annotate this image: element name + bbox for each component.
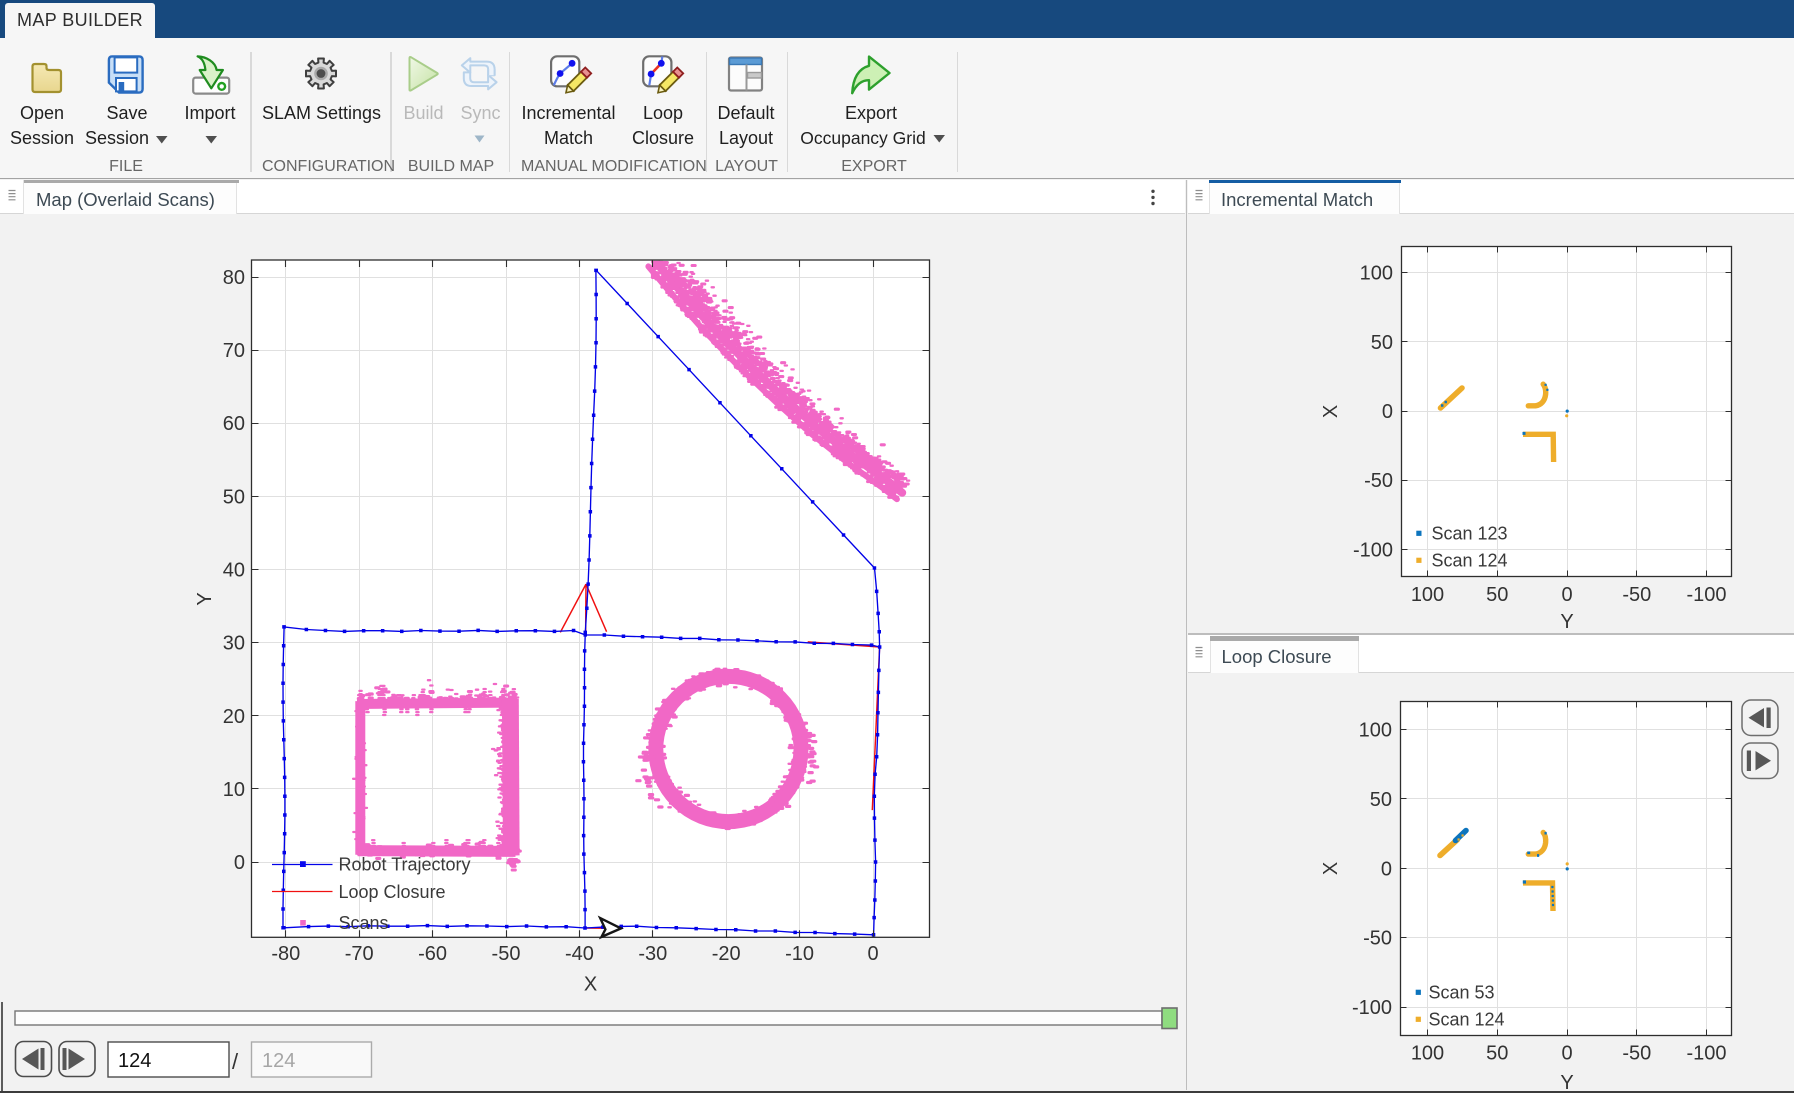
svg-text:-50: -50 [1622,584,1651,606]
svg-text:0: 0 [867,943,878,965]
svg-text:Scans: Scans [339,913,389,933]
svg-text:-40: -40 [565,943,594,965]
svg-text:10: 10 [223,779,245,801]
svg-text:30: 30 [223,633,245,655]
svg-text:-30: -30 [638,943,667,965]
svg-text:-100: -100 [1686,1043,1726,1065]
svg-text:-80: -80 [271,943,300,965]
svg-text:40: 40 [223,560,245,582]
svg-text:Robot Trajectory: Robot Trajectory [339,855,471,875]
svg-text:Scan 124: Scan 124 [1429,1010,1505,1030]
svg-text:/: / [232,1049,239,1074]
svg-text:100: 100 [1411,584,1444,606]
svg-text:-100: -100 [1353,539,1393,561]
svg-text:50: 50 [1486,584,1508,606]
svg-text:100: 100 [1411,1043,1444,1065]
svg-text:X: X [1320,405,1342,418]
svg-text:50: 50 [223,486,245,508]
svg-text:0: 0 [1561,1043,1572,1065]
svg-text:0: 0 [1561,584,1572,606]
svg-text:0: 0 [234,852,245,874]
svg-text:-50: -50 [1363,928,1392,950]
svg-text:70: 70 [223,340,245,362]
svg-text:50: 50 [1486,1043,1508,1065]
svg-text:-50: -50 [1364,470,1393,492]
svg-text:-60: -60 [418,943,447,965]
svg-text:-50: -50 [1622,1043,1651,1065]
svg-text:80: 80 [223,267,245,289]
svg-text:124: 124 [262,1050,295,1072]
svg-text:Y: Y [1560,611,1573,633]
svg-text:Scan 124: Scan 124 [1432,551,1508,571]
svg-text:Scan 53: Scan 53 [1429,983,1495,1003]
svg-text:50: 50 [1370,789,1392,811]
svg-text:100: 100 [1360,263,1393,285]
svg-text:50: 50 [1371,332,1393,354]
svg-text:Scan 123: Scan 123 [1432,524,1508,544]
svg-text:124: 124 [118,1050,151,1072]
svg-text:20: 20 [223,706,245,728]
svg-text:-100: -100 [1686,584,1726,606]
svg-text:100: 100 [1359,720,1392,742]
svg-text:0: 0 [1382,401,1393,423]
svg-text:0: 0 [1381,858,1392,880]
svg-text:-70: -70 [345,943,374,965]
svg-text:-50: -50 [492,943,521,965]
svg-text:X: X [1320,862,1342,875]
svg-text:-100: -100 [1352,997,1392,1019]
svg-text:-10: -10 [785,943,814,965]
svg-text:-20: -20 [712,943,741,965]
svg-text:Loop Closure: Loop Closure [339,882,446,902]
svg-text:60: 60 [223,413,245,435]
svg-text:Y: Y [194,592,216,605]
